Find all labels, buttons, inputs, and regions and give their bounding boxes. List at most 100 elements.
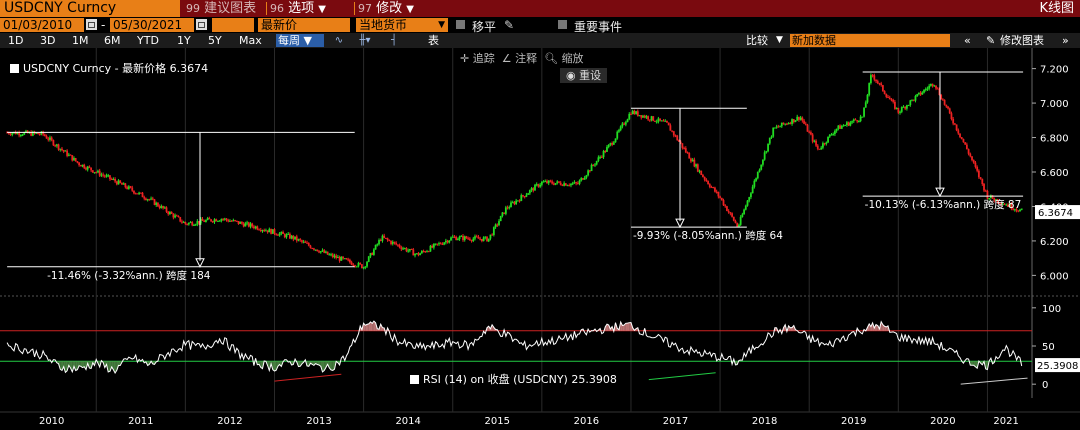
candle-body: [530, 188, 533, 191]
period-1d[interactable]: 1D: [8, 33, 23, 48]
candle-body: [205, 220, 207, 222]
title-bar: USDCNY Curncy 99 建议图表 96 选项 ▼ 97 修改 ▼ K线…: [0, 0, 1080, 17]
shift-checkbox[interactable]: [456, 20, 465, 29]
candle-body: [83, 164, 86, 169]
candle-body: [446, 240, 449, 243]
candle-body: [203, 220, 206, 222]
candle-body: [400, 247, 403, 250]
pencil-icon[interactable]: ✎: [504, 18, 514, 32]
tab-edit[interactable]: 97 修改 ▼: [358, 0, 414, 17]
events-checkbox[interactable]: [558, 20, 567, 29]
collapse-icon[interactable]: «: [964, 33, 971, 48]
candle-body: [899, 111, 901, 113]
candle-body: [55, 144, 58, 146]
candle-body: [940, 95, 943, 100]
price-field-select[interactable]: 最新价: [258, 18, 350, 32]
candle-body: [600, 156, 603, 158]
edit-chart-button[interactable]: 修改图表: [1000, 33, 1044, 48]
candle-body: [804, 123, 807, 125]
rsi-legend[interactable]: RSI (14) on 收盘 (USDCNY) 25.3908: [410, 371, 617, 387]
frequency-select[interactable]: 每周 ▼: [276, 34, 324, 47]
candle-body: [633, 110, 636, 115]
zoom-button[interactable]: 缩放: [562, 52, 584, 65]
period-ytd[interactable]: YTD: [137, 33, 159, 48]
expand-icon[interactable]: »: [1062, 33, 1069, 48]
candle-body: [494, 224, 497, 228]
candle-body: [484, 236, 487, 238]
end-date-field[interactable]: 05/30/2021: [110, 18, 194, 32]
candle-body: [887, 96, 889, 98]
date-dash: -: [101, 18, 106, 32]
candle-body: [552, 183, 555, 185]
reset-button[interactable]: ◉ 重设: [560, 68, 608, 83]
y-tick-label: 6.200: [1040, 237, 1069, 248]
candle-body: [929, 83, 932, 86]
candle-body: [909, 100, 912, 105]
candle-body: [335, 255, 338, 259]
candle-body: [546, 181, 548, 184]
candle-body: [127, 186, 130, 189]
calendar-icon[interactable]: [86, 19, 97, 30]
separator: [266, 2, 267, 15]
zoom-icon[interactable]: 🔍︎: [544, 52, 558, 65]
pencil-icon[interactable]: ✎: [986, 33, 995, 48]
blank-field[interactable]: [212, 18, 254, 32]
candle-body: [76, 161, 79, 163]
candle-body: [359, 262, 362, 265]
add-data-input[interactable]: 新加数据: [790, 34, 950, 47]
chevron-down-icon[interactable]: ▼: [776, 33, 783, 48]
period-max[interactable]: Max: [239, 33, 262, 48]
start-date-field[interactable]: 01/03/2010: [0, 18, 84, 32]
candle-body: [52, 140, 55, 146]
indicator-icon[interactable]: ┤: [384, 34, 404, 47]
candle-body: [911, 99, 913, 101]
candle-body: [398, 245, 401, 248]
candle-body: [787, 123, 790, 125]
period-1m[interactable]: 1M: [72, 33, 89, 48]
candle-body: [169, 211, 171, 215]
candle-body: [962, 139, 965, 143]
candle-body: [265, 230, 267, 232]
candle-body: [741, 214, 744, 218]
candle-body: [770, 136, 773, 138]
annotate-icon[interactable]: ∠: [502, 52, 512, 65]
period-6m[interactable]: 6M: [104, 33, 121, 48]
candle-body: [923, 89, 925, 93]
candle-body: [114, 178, 117, 182]
table-button[interactable]: 表: [428, 33, 439, 48]
candle-body: [301, 240, 303, 242]
period-3d[interactable]: 3D: [40, 33, 55, 48]
candle-body: [167, 211, 170, 215]
ticker-field[interactable]: USDCNY Curncy: [0, 0, 180, 17]
candle-body: [443, 242, 446, 245]
line-chart-icon[interactable]: ∿: [329, 34, 349, 47]
candle-body: [181, 221, 183, 223]
track-button[interactable]: 追踪: [473, 52, 495, 65]
candle-body: [307, 243, 310, 246]
candle-body: [794, 120, 797, 123]
candle-body: [436, 243, 439, 245]
tab-suggested-charts[interactable]: 99 建议图表: [186, 0, 256, 17]
period-1y[interactable]: 1Y: [177, 33, 191, 48]
candle-body: [174, 215, 176, 218]
tab-options[interactable]: 96 选项 ▼: [270, 0, 326, 17]
calendar-icon[interactable]: [196, 19, 207, 30]
currency-select[interactable]: 当地货币 ▼: [356, 18, 448, 32]
crosshair-icon[interactable]: ✛: [460, 52, 469, 65]
candle-body: [647, 116, 650, 120]
candle-body: [367, 256, 370, 262]
price-legend[interactable]: USDCNY Curncy - 最新价格 6.3674: [10, 60, 208, 76]
period-5y[interactable]: 5Y: [208, 33, 222, 48]
candle-body: [539, 184, 542, 187]
candlestick-icon[interactable]: ╫▾: [355, 34, 375, 47]
candle-body: [758, 169, 761, 172]
candle-body: [247, 222, 250, 227]
candle-body: [187, 222, 190, 225]
candle-body: [602, 151, 605, 158]
candle-body: [614, 138, 617, 143]
candle-body: [695, 164, 697, 167]
candle-body: [155, 202, 158, 205]
tab-number: 97: [358, 2, 372, 15]
annotate-button[interactable]: 注释: [515, 52, 537, 65]
candle-body: [211, 221, 214, 223]
